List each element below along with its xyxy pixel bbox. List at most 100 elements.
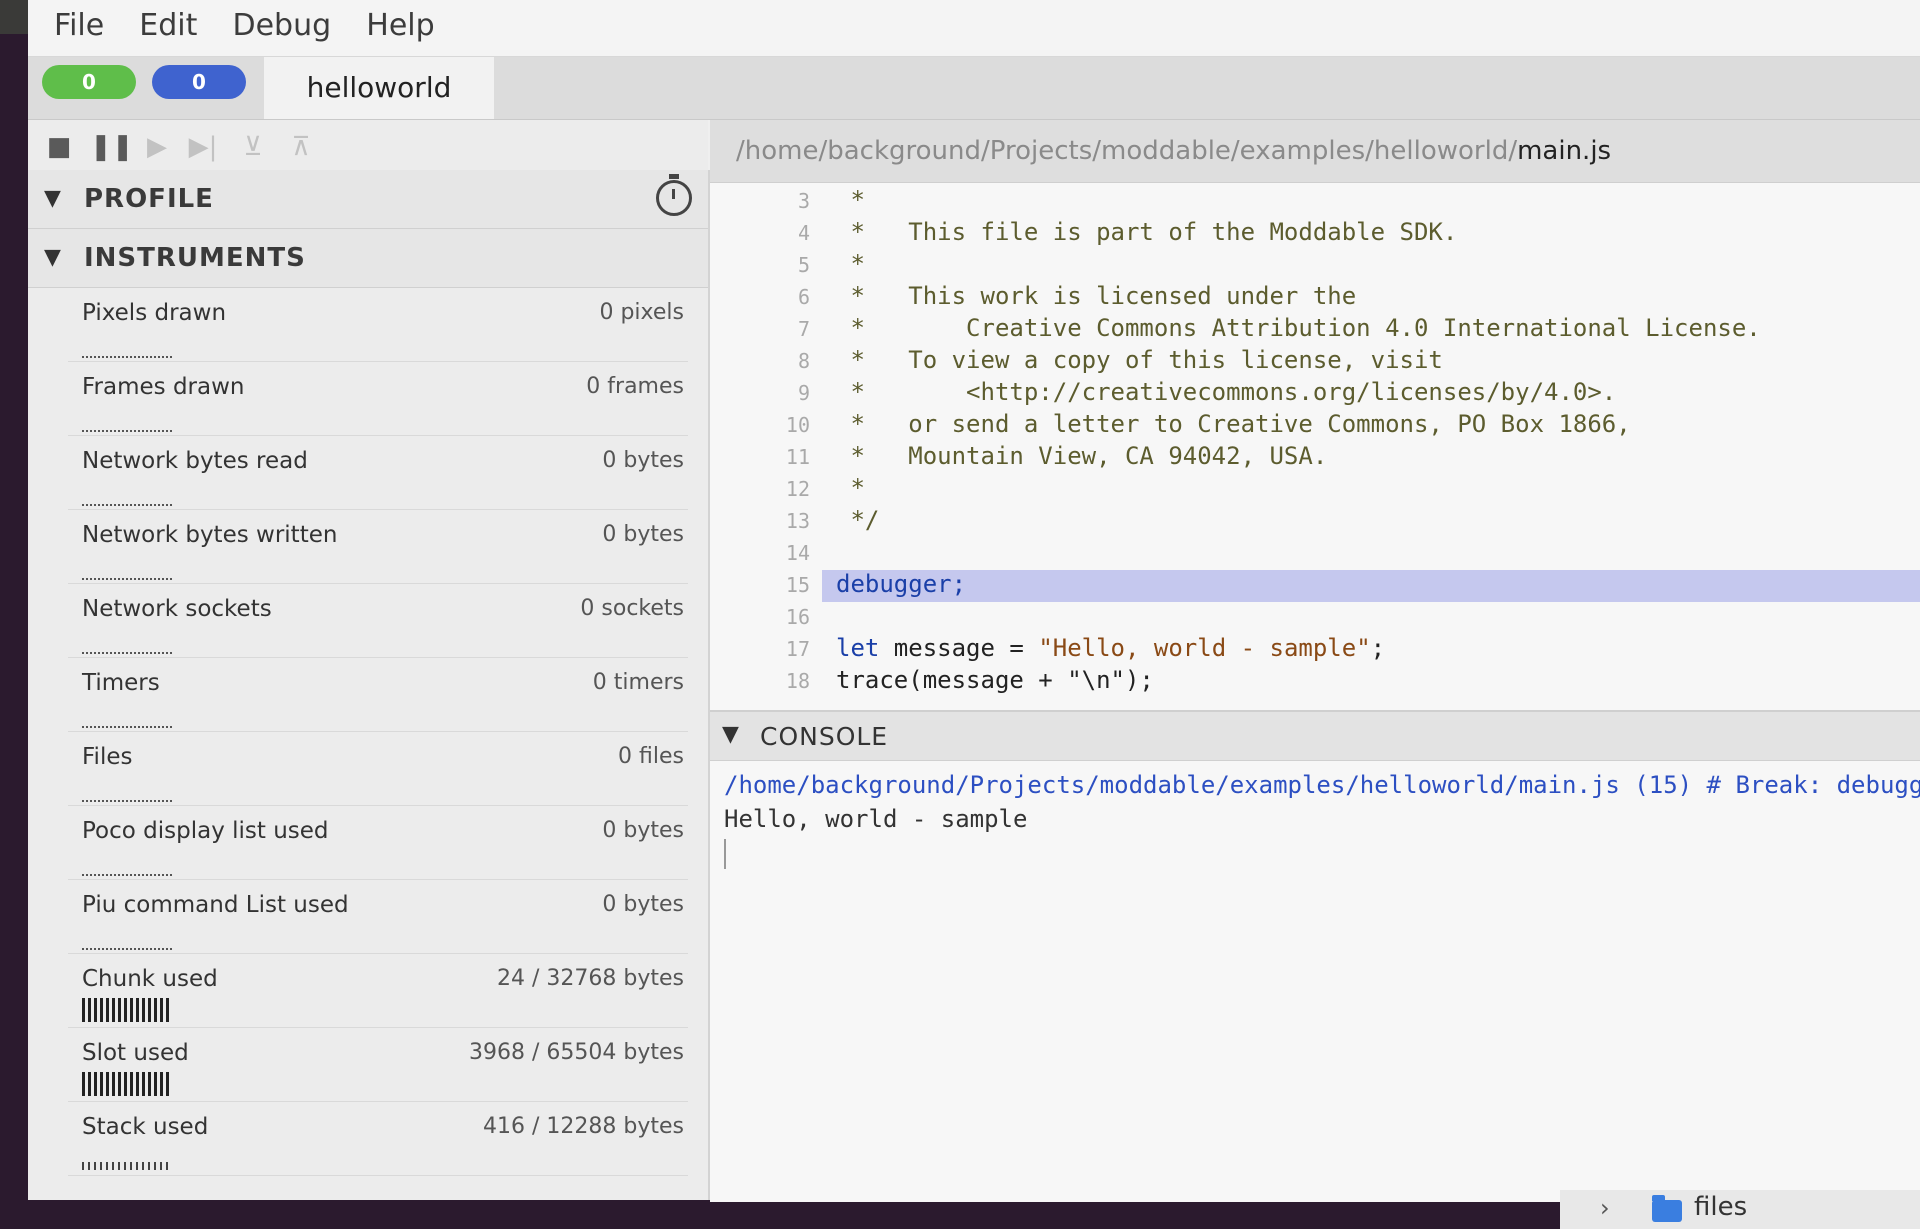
play-icon[interactable]: ▶ bbox=[140, 130, 174, 164]
code-line-current[interactable]: 15 debugger; bbox=[786, 570, 1920, 602]
collapse-triangle-icon[interactable]: ▼ bbox=[44, 186, 61, 211]
instrument-value: 0 files bbox=[618, 744, 684, 769]
line-number[interactable]: 16 bbox=[740, 605, 810, 629]
line-number[interactable]: 10 bbox=[740, 413, 810, 437]
line-text: * or send a letter to Creative Commons, … bbox=[836, 410, 1631, 438]
code-line[interactable]: 4 * This file is part of the Moddable SD… bbox=[710, 218, 1920, 250]
console-break-link[interactable]: /home/background/Projects/moddable/examp… bbox=[724, 771, 1920, 799]
collapse-triangle-icon[interactable]: ▼ bbox=[44, 245, 61, 270]
menu-bar: File Edit Debug Help bbox=[28, 0, 1920, 57]
instrument-value: 0 bytes bbox=[602, 522, 684, 547]
instrument-row: Network sockets 0 sockets bbox=[68, 584, 688, 658]
step-out-icon[interactable]: ⊼ bbox=[284, 130, 318, 164]
sparkline bbox=[82, 854, 172, 876]
line-number[interactable]: 9 bbox=[740, 381, 810, 405]
code-line[interactable]: 3 * bbox=[710, 186, 1920, 218]
menu-edit[interactable]: Edit bbox=[135, 8, 201, 43]
instrument-value: 3968 / 65504 bytes bbox=[469, 1040, 684, 1065]
step-icon[interactable]: ▶| bbox=[186, 130, 220, 164]
code-editor[interactable]: /home/background/Projects/moddable/examp… bbox=[710, 120, 1920, 710]
console-panel: ▼ CONSOLE /home/background/Projects/modd… bbox=[710, 710, 1920, 1202]
sparkline bbox=[82, 998, 172, 1022]
code-line[interactable]: 11 * Mountain View, CA 94042, USA. bbox=[710, 442, 1920, 474]
step-in-icon[interactable]: ⊻ bbox=[236, 130, 270, 164]
code-line[interactable]: 13 */ bbox=[710, 506, 1920, 538]
line-number[interactable]: 5 bbox=[740, 253, 810, 277]
menu-help[interactable]: Help bbox=[362, 8, 438, 43]
debug-toolbar: ■ ❚❚ ▶ ▶| ⊻ ⊼ bbox=[28, 120, 708, 170]
files-label[interactable]: files bbox=[1694, 1192, 1747, 1222]
code-keyword: let bbox=[836, 634, 880, 662]
code-line[interactable]: 5 * bbox=[710, 250, 1920, 282]
instrument-value: 0 bytes bbox=[602, 818, 684, 843]
instrument-name: Poco display list used bbox=[82, 818, 329, 844]
sparkline bbox=[82, 780, 172, 802]
line-number[interactable]: 14 bbox=[740, 541, 810, 565]
line-number[interactable]: 12 bbox=[740, 477, 810, 501]
instrument-value: 0 frames bbox=[586, 374, 684, 399]
console-label: CONSOLE bbox=[760, 722, 889, 751]
code-plain: ; bbox=[1370, 634, 1386, 662]
instrument-name: Files bbox=[82, 744, 133, 770]
console-output[interactable]: /home/background/Projects/moddable/examp… bbox=[710, 761, 1920, 869]
instruments-label: INSTRUMENTS bbox=[84, 243, 306, 273]
code-line[interactable]: 10 * or send a letter to Creative Common… bbox=[710, 410, 1920, 442]
line-number[interactable]: 13 bbox=[740, 509, 810, 533]
sparkline bbox=[82, 632, 172, 654]
machine-badge-green[interactable]: 0 bbox=[42, 65, 136, 99]
line-number[interactable]: 11 bbox=[740, 445, 810, 469]
sparkline bbox=[82, 336, 172, 358]
console-header[interactable]: ▼ CONSOLE bbox=[710, 712, 1920, 761]
line-number[interactable]: 6 bbox=[740, 285, 810, 309]
instrument-name: Timers bbox=[82, 670, 160, 696]
file-path-name: main.js bbox=[1517, 136, 1612, 166]
sparkline bbox=[82, 1072, 172, 1096]
instruments-section[interactable]: ▼ INSTRUMENTS bbox=[28, 229, 708, 288]
code-lines[interactable]: 3 * 4 * This file is part of the Moddabl… bbox=[710, 186, 1920, 698]
machine-badge-blue[interactable]: 0 bbox=[152, 65, 246, 99]
line-text: */ bbox=[836, 506, 880, 534]
tab-helloworld[interactable]: helloworld bbox=[264, 57, 494, 119]
code-line[interactable]: 9 * <http://creativecommons.org/licenses… bbox=[710, 378, 1920, 410]
sparkline bbox=[82, 706, 172, 728]
profile-section[interactable]: ▼ PROFILE bbox=[28, 170, 708, 229]
sparkline bbox=[82, 484, 172, 506]
line-number[interactable]: 15 bbox=[740, 573, 810, 597]
collapse-triangle-icon[interactable]: ▼ bbox=[722, 722, 739, 747]
code-line[interactable]: 16 bbox=[710, 602, 1920, 634]
code-line[interactable]: 7 * Creative Commons Attribution 4.0 Int… bbox=[710, 314, 1920, 346]
instrument-name: Network bytes read bbox=[82, 448, 308, 474]
code-line[interactable]: 17 let message = "Hello, world - sample"; bbox=[710, 634, 1920, 666]
line-number[interactable]: 8 bbox=[740, 349, 810, 373]
instrument-name: Slot used bbox=[82, 1040, 189, 1066]
line-number[interactable]: 18 bbox=[740, 669, 810, 693]
instrument-row: Timers 0 timers bbox=[68, 658, 688, 732]
code-line[interactable]: 6 * This work is licensed under the bbox=[710, 282, 1920, 314]
stop-icon[interactable]: ■ bbox=[42, 130, 76, 164]
code-line[interactable]: 8 * To view a copy of this license, visi… bbox=[710, 346, 1920, 378]
code-line[interactable]: 18 trace(message + "\n"); bbox=[710, 666, 1920, 698]
file-path-directory: /home/background/Projects/moddable/examp… bbox=[736, 136, 1518, 166]
instrument-value: 0 pixels bbox=[599, 300, 684, 325]
chevron-right-icon[interactable]: › bbox=[1600, 1194, 1610, 1222]
pause-icon[interactable]: ❚❚ bbox=[90, 130, 134, 164]
instrument-value: 0 bytes bbox=[602, 892, 684, 917]
instrument-row: Stack used 416 / 12288 bytes bbox=[68, 1102, 688, 1176]
line-text: debugger; bbox=[836, 570, 967, 598]
line-text: * This work is licensed under the bbox=[836, 282, 1357, 310]
stopwatch-icon[interactable] bbox=[656, 174, 692, 216]
line-number[interactable]: 17 bbox=[740, 637, 810, 661]
line-text: trace(message + "\n"); bbox=[836, 666, 1154, 694]
line-number[interactable]: 7 bbox=[740, 317, 810, 341]
line-number[interactable]: 3 bbox=[740, 189, 810, 213]
app-window: File Edit Debug Help 0 0 helloworld ■ ❚❚… bbox=[28, 0, 1920, 1202]
instrument-name: Chunk used bbox=[82, 966, 218, 992]
tab-bar: 0 0 helloworld bbox=[28, 57, 1920, 120]
code-line[interactable]: 12 * bbox=[710, 474, 1920, 506]
code-line[interactable]: 14 bbox=[710, 538, 1920, 570]
menu-debug[interactable]: Debug bbox=[229, 8, 336, 43]
menu-file[interactable]: File bbox=[50, 8, 108, 43]
line-text: * To view a copy of this license, visit bbox=[836, 346, 1443, 374]
file-manager-strip[interactable]: › files bbox=[1560, 1190, 1920, 1229]
line-number[interactable]: 4 bbox=[740, 221, 810, 245]
